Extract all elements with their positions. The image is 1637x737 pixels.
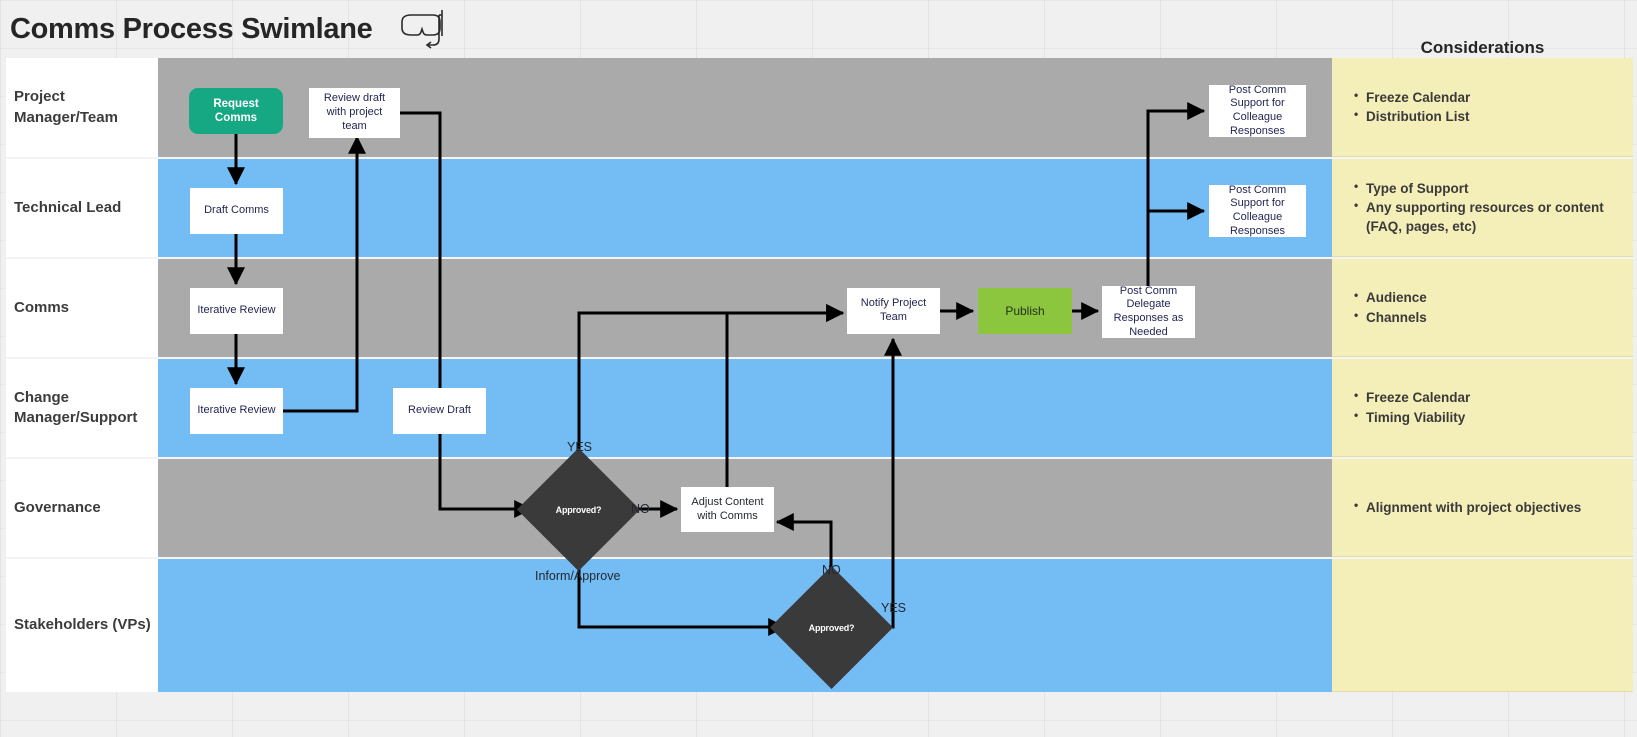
node-review-draft-with-project-team[interactable]: Review draft with project team <box>309 88 400 138</box>
considerations-cell-technical-lead: Type of Support Any supporting resources… <box>1332 159 1633 257</box>
considerations-list-comms: Audience Channels <box>1332 287 1437 327</box>
edge-label-yes-stakeholders: YES <box>881 601 907 615</box>
considerations-heading: Considerations <box>1420 38 1545 57</box>
consideration-item: Type of Support <box>1354 178 1623 198</box>
consideration-item: Distribution List <box>1354 106 1470 126</box>
consideration-item: Alignment with project objectives <box>1354 497 1581 517</box>
lane-label-governance: Governance <box>6 459 158 557</box>
lane-label-comms: Comms <box>6 259 158 357</box>
node-iterative-review-change[interactable]: Iterative Review <box>190 388 283 434</box>
node-iterative-review-comms[interactable]: Iterative Review <box>190 288 283 334</box>
node-adjust-content-with-comms[interactable]: Adjust Content with Comms <box>681 487 774 532</box>
considerations-cell-change-manager-support: Freeze Calendar Timing Viability <box>1332 359 1633 457</box>
decision-approved-stakeholders[interactable]: Approved? <box>769 565 894 690</box>
lane-label-stakeholders-vps: Stakeholders (VPs) <box>6 559 158 692</box>
edge-label-inform-approve: Inform/Approve <box>535 569 621 583</box>
lane-governance: Governance Alignment with project object… <box>6 459 1633 559</box>
node-post-comm-delegate-responses[interactable]: Post Comm Delegate Responses as Needed <box>1102 285 1195 338</box>
node-publish[interactable]: Publish <box>978 288 1072 334</box>
considerations-cell-comms: Audience Channels <box>1332 259 1633 357</box>
consideration-item: Audience <box>1354 287 1427 307</box>
consideration-item: Channels <box>1354 306 1427 327</box>
node-notify-project-team[interactable]: Notify Project Team <box>847 288 940 334</box>
considerations-list-change-manager-support: Freeze Calendar Timing Viability <box>1332 387 1480 427</box>
node-draft-comms[interactable]: Draft Comms <box>190 188 283 234</box>
node-review-draft[interactable]: Review Draft <box>393 388 486 434</box>
edge-label-no-governance: NO <box>631 502 650 516</box>
lane-band-technical-lead <box>158 159 1332 257</box>
considerations-list-technical-lead: Type of Support Any supporting resources… <box>1332 178 1633 236</box>
consideration-item: Any supporting resources or content (FAQ… <box>1354 197 1623 236</box>
considerations-cell-stakeholders-vps <box>1332 559 1633 692</box>
decision-approved-governance[interactable]: Approved? <box>516 447 641 572</box>
title-bar: Comms Process Swimlane Considerations <box>0 0 1637 58</box>
consideration-item: Timing Viability <box>1354 406 1470 427</box>
decision-label: Approved? <box>555 504 602 515</box>
snorkel-mask-icon <box>401 10 443 49</box>
swimlane-diagram-page: Comms Process Swimlane Considerations Pr… <box>0 0 1637 737</box>
lane-band-change-manager-support <box>158 359 1332 457</box>
node-post-comm-support-project-manager[interactable]: Post Comm Support for Colleague Response… <box>1209 84 1306 137</box>
node-post-comm-support-technical-lead[interactable]: Post Comm Support for Colleague Response… <box>1209 184 1306 237</box>
consideration-item: Freeze Calendar <box>1354 87 1470 107</box>
page-title: Comms Process Swimlane <box>10 13 373 45</box>
edge-label-no-stakeholders: NO <box>822 563 841 577</box>
node-request-comms[interactable]: Request Comms <box>189 88 283 134</box>
consideration-item: Freeze Calendar <box>1354 387 1470 407</box>
lane-label-project-manager-team: Project Manager/Team <box>6 58 158 157</box>
lane-label-technical-lead: Technical Lead <box>6 159 158 257</box>
edge-label-yes-governance: YES <box>567 440 593 454</box>
considerations-cell-governance: Alignment with project objectives <box>1332 459 1633 557</box>
lane-label-change-manager-support: Change Manager/Support <box>6 359 158 457</box>
considerations-list-governance: Alignment with project objectives <box>1332 497 1591 517</box>
lane-band-stakeholders-vps <box>158 559 1332 692</box>
decision-label: Approved? <box>808 622 855 633</box>
considerations-list-project-manager-team: Freeze Calendar Distribution List <box>1332 87 1480 126</box>
considerations-cell-project-manager-team: Freeze Calendar Distribution List <box>1332 58 1633 157</box>
